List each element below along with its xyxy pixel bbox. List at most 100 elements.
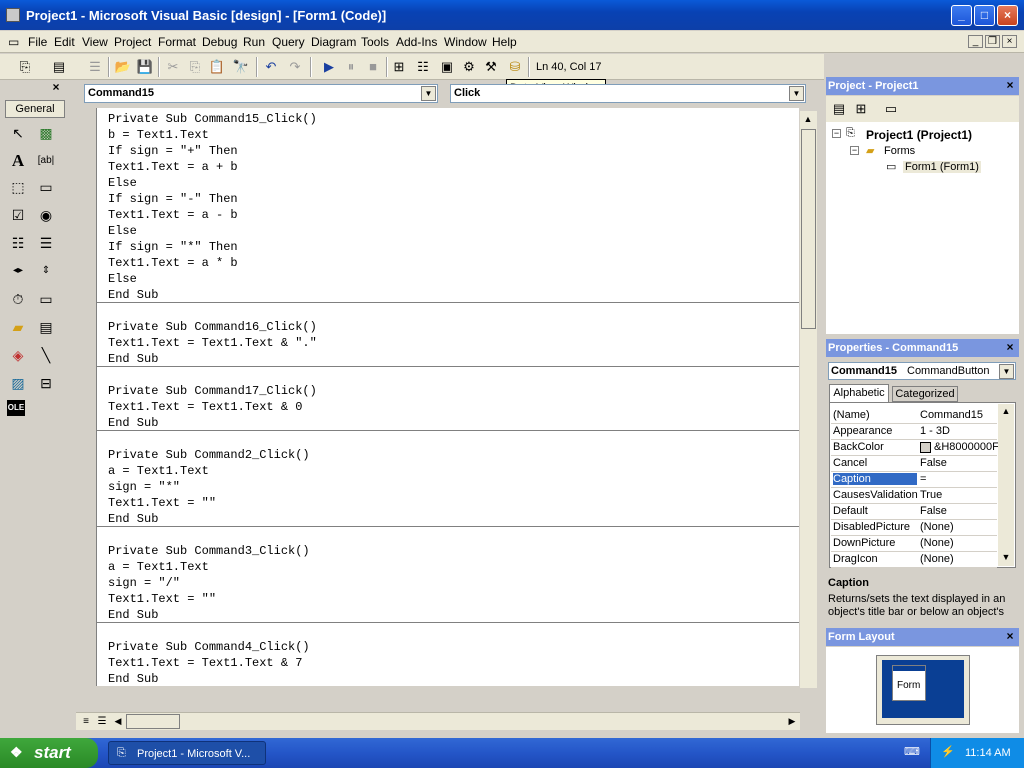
menu-project[interactable]: Project: [114, 35, 151, 49]
paste-icon[interactable]: 📋: [208, 58, 226, 76]
pointer-icon[interactable]: ↖: [7, 122, 29, 144]
procedure-view-icon[interactable]: ≡: [78, 714, 94, 730]
tab-alphabetic[interactable]: Alphabetic: [829, 384, 889, 402]
image-icon[interactable]: ▨: [7, 372, 29, 394]
optionbutton-icon[interactable]: ◉: [35, 204, 57, 226]
add-project-icon[interactable]: ⎘: [16, 58, 34, 76]
redo-icon[interactable]: ↷: [286, 58, 304, 76]
ole-icon[interactable]: OLE: [7, 400, 25, 416]
full-module-view-icon[interactable]: ☰: [94, 714, 110, 730]
property-row-selected[interactable]: Caption =: [831, 472, 997, 488]
maximize-button[interactable]: □: [974, 5, 995, 26]
minimize-button[interactable]: _: [951, 5, 972, 26]
scroll-up-icon[interactable]: ▲: [800, 112, 816, 128]
project-explorer-icon[interactable]: ⊞: [390, 58, 408, 76]
mdi-doc-icon[interactable]: ▭: [8, 35, 19, 49]
chevron-down-icon[interactable]: ▼: [421, 86, 436, 101]
menu-edit[interactable]: Edit: [54, 35, 75, 49]
menu-debug[interactable]: Debug: [202, 35, 237, 49]
menu-run[interactable]: Run: [243, 35, 265, 49]
find-icon[interactable]: 🔭: [232, 58, 250, 76]
keyboard-icon[interactable]: ⌨: [904, 745, 920, 758]
menu-query[interactable]: Query: [272, 35, 305, 49]
listbox-icon[interactable]: ☰: [35, 232, 57, 254]
object-browser-icon[interactable]: ⚙: [460, 58, 478, 76]
toolbox-tab-general[interactable]: General: [5, 100, 65, 118]
start-icon[interactable]: ▶: [320, 58, 338, 76]
property-row[interactable]: Default False: [831, 504, 997, 520]
menu-editor-icon[interactable]: ☰: [86, 58, 104, 76]
data-control-icon[interactable]: ⊟: [35, 372, 57, 394]
vscrollbar-icon[interactable]: ⇕: [35, 260, 57, 282]
view-object-icon[interactable]: ⊞: [852, 100, 870, 118]
menu-help[interactable]: Help: [492, 35, 517, 49]
close-button[interactable]: ×: [997, 5, 1018, 26]
menu-tools[interactable]: Tools: [361, 35, 389, 49]
hscrollbar-icon[interactable]: ◂▸: [7, 260, 29, 282]
menu-format[interactable]: Format: [158, 35, 196, 49]
toolbox-icon[interactable]: ⚒: [482, 58, 500, 76]
mdi-minimize-button[interactable]: _: [968, 35, 983, 48]
toolbox-close-icon[interactable]: ×: [49, 81, 63, 95]
shape-icon[interactable]: ◈: [7, 344, 29, 366]
project-close-icon[interactable]: ×: [1003, 79, 1017, 93]
open-folder-icon[interactable]: 📂: [114, 58, 132, 76]
timer-icon[interactable]: ⏱: [7, 288, 29, 310]
menu-diagram[interactable]: Diagram: [311, 35, 356, 49]
form-layout-close-icon[interactable]: ×: [1003, 630, 1017, 644]
network-icon[interactable]: ⚡: [941, 745, 955, 758]
dirlistbox-icon[interactable]: ▰: [7, 316, 29, 338]
checkbox-icon[interactable]: ☑: [7, 204, 29, 226]
scroll-down-icon[interactable]: ▼: [998, 550, 1014, 566]
end-icon[interactable]: ■: [364, 58, 382, 76]
code-vertical-scrollbar[interactable]: ▲: [800, 111, 817, 688]
scroll-left-icon[interactable]: ◀: [110, 714, 126, 730]
frame-icon[interactable]: ⬚: [7, 176, 29, 198]
break-icon[interactable]: ⏸: [342, 58, 360, 76]
property-row[interactable]: (Name) Command15: [831, 408, 997, 424]
properties-window-icon[interactable]: ☷: [414, 58, 432, 76]
drivelistbox-icon[interactable]: ▭: [35, 288, 57, 310]
cut-icon[interactable]: ✂: [164, 58, 182, 76]
label-icon[interactable]: A: [7, 150, 29, 172]
property-row[interactable]: Cancel False: [831, 456, 997, 472]
tree-collapse-icon[interactable]: −: [832, 129, 841, 138]
mdi-restore-button[interactable]: ❐: [985, 35, 1000, 48]
menu-add-ins[interactable]: Add-Ins: [396, 35, 437, 49]
property-row[interactable]: CausesValidation True: [831, 488, 997, 504]
property-row[interactable]: DisabledPicture (None): [831, 520, 997, 536]
code-horizontal-scrollbar[interactable]: ≡ ☰ ◀ ▶: [76, 712, 800, 730]
picturebox-icon[interactable]: ▩: [35, 122, 57, 144]
form-preview[interactable]: Form: [892, 665, 926, 701]
toggle-folders-icon[interactable]: ▭: [882, 100, 900, 118]
property-row[interactable]: DownPicture (None): [831, 536, 997, 552]
data-view-icon[interactable]: ⛁: [506, 58, 524, 76]
menu-window[interactable]: Window: [444, 35, 487, 49]
chevron-down-icon[interactable]: ▼: [999, 364, 1014, 379]
form-layout-icon[interactable]: ▣: [438, 58, 456, 76]
tree-form1[interactable]: Form1 (Form1): [903, 161, 981, 173]
tree-collapse-icon[interactable]: −: [850, 146, 859, 155]
property-row[interactable]: Appearance 1 - 3D: [831, 424, 997, 440]
combobox-icon[interactable]: ☷: [7, 232, 29, 254]
add-form-icon[interactable]: ▤: [50, 58, 68, 76]
scroll-right-icon[interactable]: ▶: [784, 714, 800, 730]
tree-folder-forms[interactable]: Forms: [884, 145, 915, 157]
taskbar-item-vb[interactable]: ⎘ Project1 - Microsoft V...: [108, 741, 266, 765]
scroll-thumb[interactable]: [801, 129, 816, 329]
procedure-combo[interactable]: Click ▼: [450, 84, 806, 103]
filelistbox-icon[interactable]: ▤: [35, 316, 57, 338]
menu-file[interactable]: File: [28, 35, 47, 49]
property-row[interactable]: DragIcon (None): [831, 552, 997, 568]
scroll-up-icon[interactable]: ▲: [998, 404, 1014, 420]
property-row[interactable]: BackColor &H8000000F: [831, 440, 999, 456]
copy-icon[interactable]: ⎘: [186, 58, 204, 76]
vb-app-icon[interactable]: [6, 8, 20, 22]
tab-categorized[interactable]: Categorized: [892, 386, 958, 402]
code-editor[interactable]: Private Sub Command15_Click() b = Text1.T…: [96, 108, 799, 686]
hscroll-thumb[interactable]: [126, 714, 180, 729]
properties-close-icon[interactable]: ×: [1003, 341, 1017, 355]
tree-project-root[interactable]: Project1 (Project1): [866, 128, 972, 142]
object-combo[interactable]: Command15 ▼: [84, 84, 438, 103]
menu-view[interactable]: View: [82, 35, 108, 49]
